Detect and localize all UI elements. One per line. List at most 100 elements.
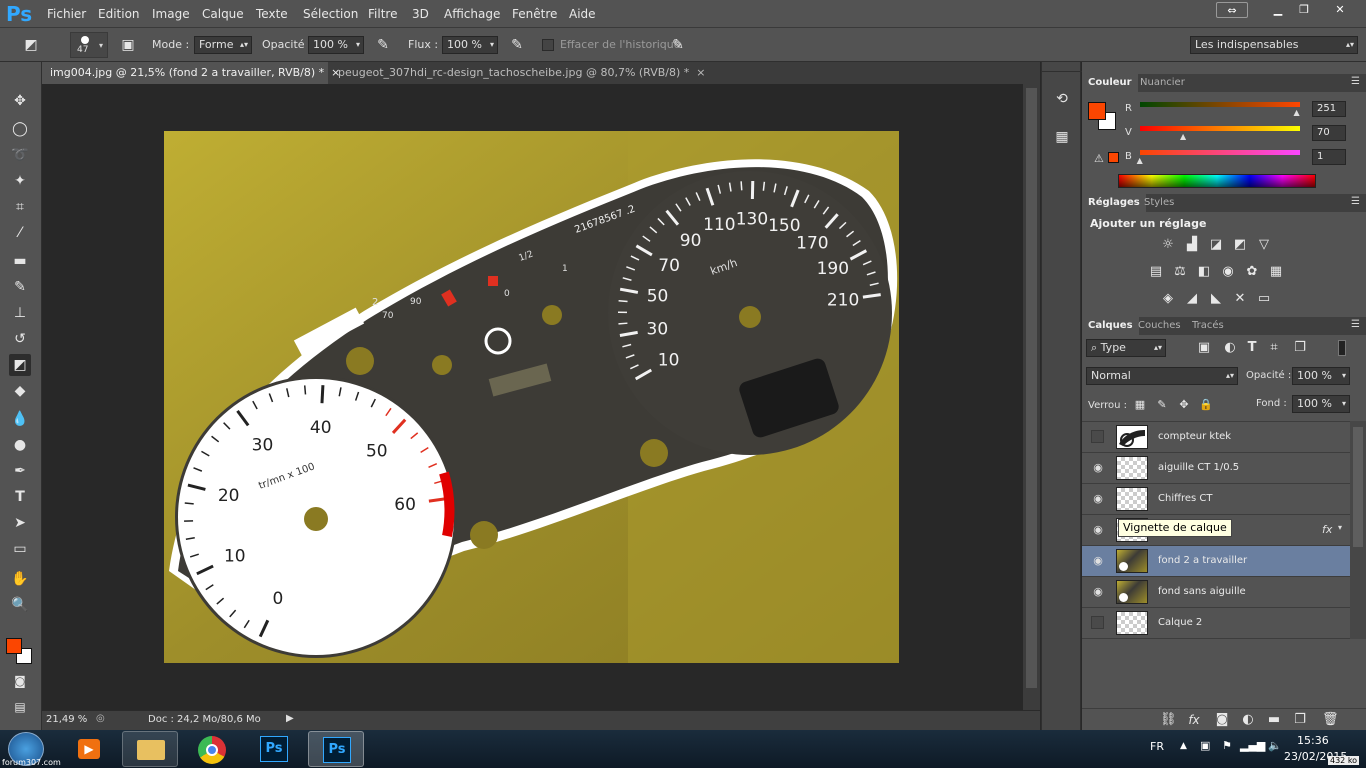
channel-v-thumb[interactable]: ▲ [1180, 132, 1186, 141]
properties-panel-icon[interactable]: ▦ [1051, 126, 1073, 148]
eraser-preset-icon[interactable]: ◩ [20, 34, 42, 56]
layer-row[interactable]: ◉ Vignette de calque fx ▾ [1082, 515, 1350, 546]
link-layers-icon[interactable]: ⛓ [1160, 713, 1177, 727]
document-image[interactable]: 10 30 50 70 90 110 130 150 170 190 210 km/h 0 10 20 3… [164, 131, 899, 663]
filter-type-icon[interactable]: T [1244, 341, 1260, 355]
menu-affichage[interactable]: Affichage [444, 7, 500, 21]
levels-icon[interactable]: ▟ [1184, 238, 1200, 252]
menu-fichier[interactable]: Fichier [47, 7, 86, 21]
healing-brush-icon[interactable]: ▬ [9, 250, 31, 272]
threshold-icon[interactable]: ◣ [1208, 292, 1224, 306]
show-hidden-icons-icon[interactable]: ▲ [1180, 741, 1187, 751]
minimize-button[interactable]: ▁ [1266, 2, 1290, 18]
hue-saturation-icon[interactable]: ▤ [1148, 265, 1164, 279]
eye-icon[interactable]: ◉ [1091, 523, 1105, 537]
lock-position-icon[interactable]: ✥ [1176, 398, 1192, 412]
photo-filter-icon[interactable]: ◉ [1220, 265, 1236, 279]
layer-opacity-input[interactable]: 100 % ▾ [1292, 367, 1350, 385]
media-player-icon[interactable]: ▶ [62, 731, 118, 767]
path-selection-icon[interactable]: ➤ [9, 512, 31, 534]
channel-b-input[interactable]: 1 [1312, 149, 1346, 165]
panel-menu-icon[interactable]: ☰ [1351, 319, 1360, 330]
layer-row[interactable]: ◉ fond 2 a travailler [1082, 546, 1350, 577]
eye-icon[interactable]: ◉ [1091, 461, 1105, 475]
airbrush-icon[interactable]: ✎ [506, 34, 528, 56]
new-layer-icon[interactable]: ❐ [1292, 713, 1308, 727]
eye-icon[interactable]: ◉ [1091, 585, 1105, 599]
status-menu-arrow-icon[interactable]: ▶ [286, 713, 294, 724]
menu-texte[interactable]: Texte [256, 7, 288, 21]
layer-thumbnail[interactable] [1116, 456, 1148, 480]
layer-row[interactable]: Calque 2 [1082, 608, 1350, 639]
blur-tool-icon[interactable]: 💧 [9, 408, 31, 430]
flow-input[interactable]: 100 % ▾ [442, 36, 498, 54]
layer-thumbnail[interactable] [1116, 611, 1148, 635]
strip-grip[interactable] [1042, 66, 1082, 72]
layer-row[interactable]: ◉ aiguille CT 1/0.5 [1082, 453, 1350, 484]
fx-icon[interactable]: fx [1186, 713, 1202, 727]
color-spectrum[interactable] [1118, 174, 1316, 188]
channel-r-slider[interactable] [1140, 102, 1300, 107]
color-fg-swatch[interactable] [1088, 102, 1106, 120]
explorer-icon[interactable] [122, 731, 178, 767]
restore-button[interactable]: ❐ [1292, 2, 1316, 18]
filter-smart-icon[interactable]: ❐ [1292, 341, 1308, 355]
close-window-button[interactable]: ✕ [1320, 2, 1360, 18]
opacity-input[interactable]: 100 % ▾ [308, 36, 364, 54]
pressure-opacity-icon[interactable]: ✎ [372, 34, 394, 56]
lock-transparency-icon[interactable]: ▦ [1132, 398, 1148, 412]
layer-thumbnail[interactable] [1116, 487, 1148, 511]
workspace-select[interactable]: Les indispensables ▴▾ [1190, 36, 1358, 54]
pen-tool-icon[interactable]: ✒ [9, 460, 31, 482]
eye-icon[interactable]: ◉ [1091, 492, 1105, 506]
network-icon[interactable]: ▂▄▆ [1240, 739, 1265, 752]
posterize-icon[interactable]: ◢ [1184, 292, 1200, 306]
tab-img004[interactable]: img004.jpg @ 21,5% (fond 2 a travailler,… [42, 62, 340, 84]
gamut-warning-icon[interactable]: ⚠ [1094, 152, 1104, 165]
language-indicator[interactable]: FR [1150, 740, 1164, 753]
menu-aide[interactable]: Aide [569, 7, 596, 21]
photoshop-taskbar-icon[interactable]: Ps [246, 731, 302, 767]
fill-input[interactable]: 100 % ▾ [1292, 395, 1350, 413]
dodge-tool-icon[interactable]: ● [9, 434, 31, 456]
visibility-toggle[interactable] [1091, 430, 1104, 443]
lasso-tool-icon[interactable]: ➰ [9, 144, 31, 166]
tab-peugeot[interactable]: peugeot_307hdi_rc-design_tachoscheibe.jp… [330, 62, 706, 84]
status-icon[interactable]: ◎ [96, 713, 105, 724]
eyedropper-tool-icon[interactable]: ⁄ [9, 222, 31, 244]
foreground-color-swatch[interactable] [6, 638, 22, 654]
tab-couleur[interactable]: Couleur [1082, 74, 1138, 92]
magic-wand-icon[interactable]: ✦ [9, 170, 31, 192]
fx-badge[interactable]: fx [1322, 523, 1332, 536]
clock-time[interactable]: 15:36 [1297, 734, 1329, 747]
selective-color-icon[interactable]: ✕ [1232, 292, 1248, 306]
close-icon[interactable]: × [696, 66, 705, 79]
layer-thumbnail[interactable] [1116, 425, 1148, 449]
layer-row[interactable]: ◉ fond sans aiguille [1082, 577, 1350, 608]
shape-tool-icon[interactable]: ▭ [9, 538, 31, 560]
layer-thumbnail[interactable] [1116, 549, 1148, 573]
channel-mixer-icon[interactable]: ✿ [1244, 265, 1260, 279]
menu-selection[interactable]: Sélection [303, 7, 358, 21]
eraser-tool-icon[interactable]: ◩ [9, 354, 31, 376]
zoom-level[interactable]: 21,49 % [46, 714, 87, 725]
filter-adjust-icon[interactable]: ◐ [1222, 341, 1238, 355]
channel-v-input[interactable]: 70 [1312, 125, 1346, 141]
channel-r-thumb[interactable]: ▲ [1293, 108, 1299, 117]
menu-image[interactable]: Image [152, 7, 190, 21]
paint-bucket-icon[interactable]: ◆ [9, 380, 31, 402]
menu-filtre[interactable]: Filtre [368, 7, 397, 21]
scroll-thumb[interactable] [1026, 88, 1037, 688]
tab-reglages[interactable]: Réglages [1082, 194, 1146, 212]
layers-scrollbar[interactable] [1350, 421, 1366, 639]
quick-mask-icon[interactable]: ◙ [9, 670, 31, 692]
tab-couches[interactable]: Couches [1132, 317, 1187, 335]
channel-v-slider[interactable] [1140, 126, 1300, 131]
history-panel-icon[interactable]: ⟲ [1051, 88, 1073, 110]
flag-icon[interactable]: ⚑ [1222, 739, 1232, 752]
layer-row[interactable]: ◉ Chiffres CT [1082, 484, 1350, 515]
brightness-icon[interactable]: ☼ [1160, 238, 1176, 252]
device-icon[interactable]: ▣ [1200, 739, 1210, 752]
hand-tool-icon[interactable]: ✋ [9, 568, 31, 590]
color-balance-icon[interactable]: ⚖ [1172, 265, 1188, 279]
